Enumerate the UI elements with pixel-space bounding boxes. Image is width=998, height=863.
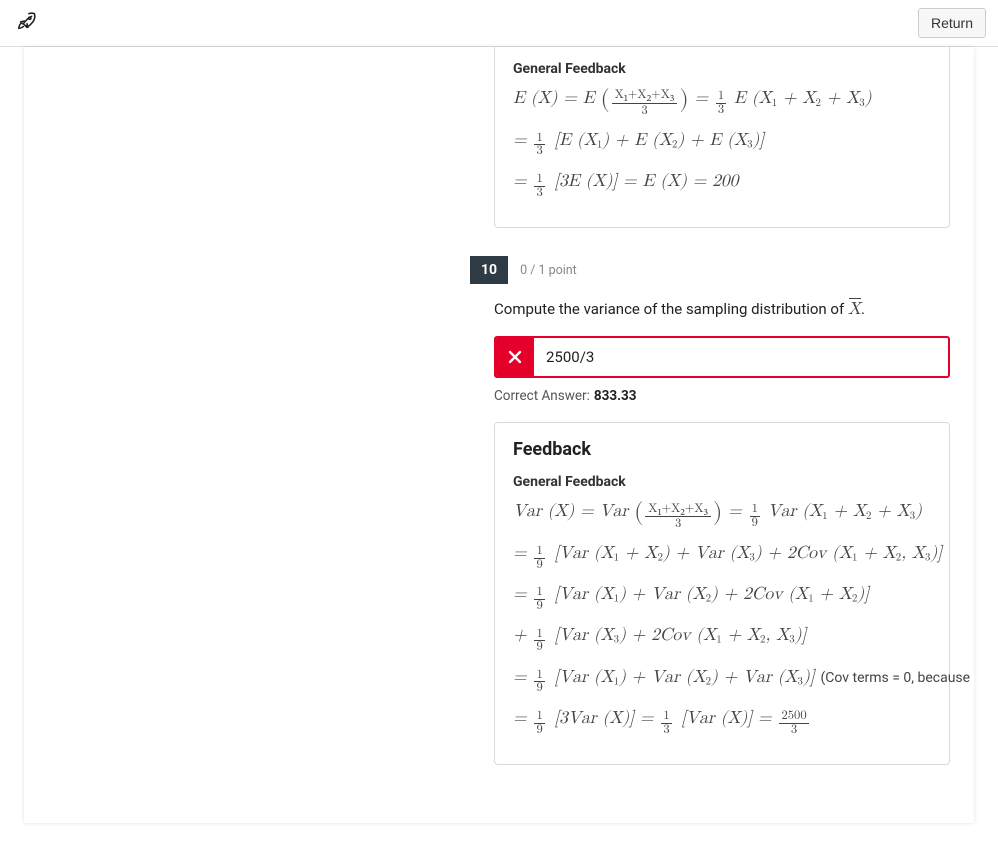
general-feedback-label: General Feedback (513, 61, 931, 77)
q10-feedback-box: Feedback General Feedback Var (X) = Var … (494, 422, 950, 765)
correct-answer-line: Correct Answer:833.33 (494, 388, 950, 404)
q10-math-line-3: = 19 [Var (X1) + Var (X2) + 2Cov (X1 + X… (513, 581, 931, 612)
quiz-sheet: General Feedback E (X) = E (X₁+X₂+X₃3) =… (24, 47, 974, 823)
q10-math-line-5: = 19 [Var (X1) + Var (X2) + Var (X3)] (C… (513, 664, 931, 695)
return-button[interactable]: Return (918, 8, 986, 38)
q10-prompt: Compute the variance of the sampling dis… (494, 296, 950, 324)
q9-math-line-3: = 13 [3E (X)] = E (X) = 200 (513, 168, 931, 199)
submitted-answer[interactable]: 2500/3 (534, 338, 948, 376)
question-points: 0 / 1 point (520, 263, 577, 278)
incorrect-mark-icon (496, 338, 534, 376)
q10-math-line-6: = 19 [3Var (X)] = 13 [Var (X)] = 25003 (513, 705, 931, 736)
q9-math-line-2: = 13 [E (X1) + E (X2) + E (X3)] (513, 127, 931, 158)
q10-math-line-2: = 19 [Var (X1 + X2) + Var (X3) + 2Cov (X… (513, 540, 931, 571)
q9-math-line-1: E (X) = E (X₁+X₂+X₃3) = 13 E (X1 + X2 + … (513, 81, 931, 119)
answer-input-row: 2500/3 (494, 336, 950, 378)
q10-math-line-4: + 19 [Var (X3) + 2Cov (X1 + X2, X3)] (513, 622, 931, 653)
q10-header: 10 0 / 1 point (470, 256, 950, 284)
q10-math-line-1: Var (X) = Var (X₁+X₂+X₃3) = 19 Var (X1 +… (513, 494, 931, 532)
feedback-title: Feedback (513, 439, 931, 460)
general-feedback-label: General Feedback (513, 474, 931, 490)
q9-feedback-box: General Feedback E (X) = E (X₁+X₂+X₃3) =… (494, 47, 950, 228)
top-bar: Return (0, 0, 998, 47)
question-number-badge: 10 (470, 256, 508, 284)
page-area: General Feedback E (X) = E (X₁+X₂+X₃3) =… (0, 47, 998, 863)
rocket-icon (16, 10, 38, 36)
